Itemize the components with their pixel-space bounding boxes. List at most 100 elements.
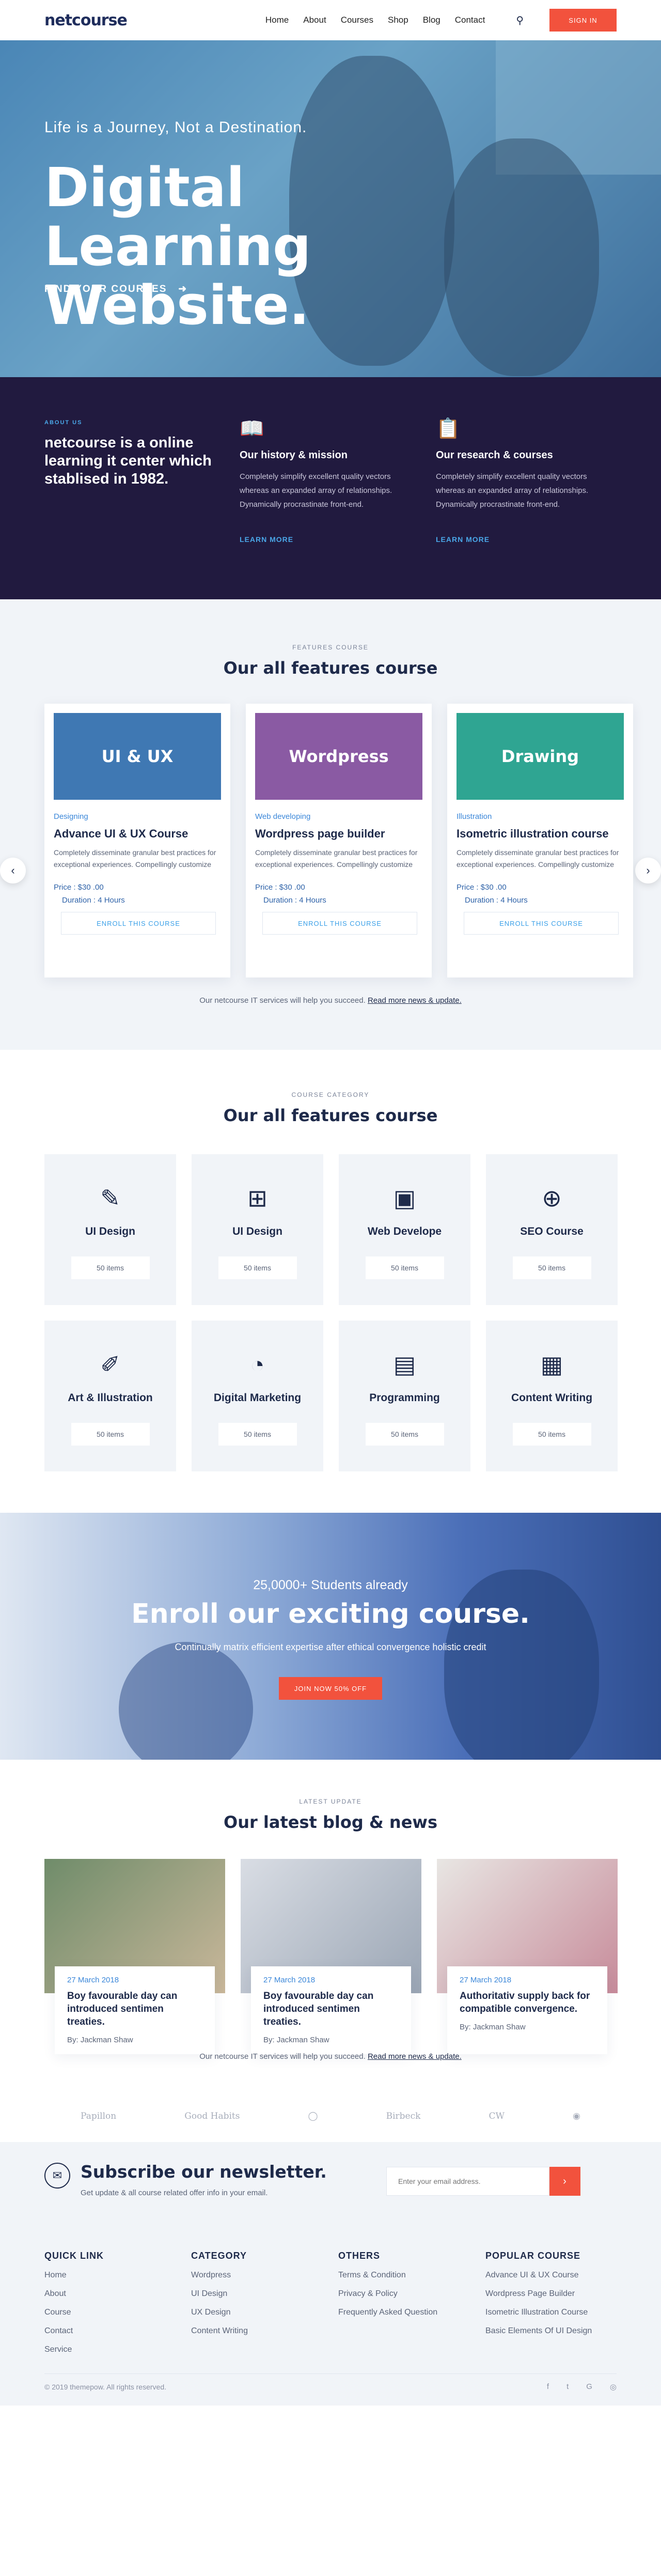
- banner-photo-person: [119, 1642, 253, 1760]
- footer-link[interactable]: Advance UI & UX Course: [485, 2271, 620, 2280]
- course-duration: Duration : 4 Hours: [465, 896, 528, 905]
- footer-link[interactable]: Privacy & Policy: [338, 2289, 473, 2299]
- course-thumbnail-label: Wordpress: [289, 747, 389, 766]
- twitter-icon[interactable]: t: [566, 2382, 569, 2392]
- enroll-banner: 25,0000+ Students already Enroll our exc…: [0, 1513, 661, 1760]
- menu-shop[interactable]: Shop: [388, 15, 408, 25]
- learn-more-link[interactable]: LEARN MORE: [240, 535, 410, 544]
- course-title[interactable]: Isometric illustration course: [457, 827, 624, 841]
- blog-post[interactable]: 27 March 2018 Boy favourable day can int…: [44, 1859, 225, 2071]
- category-count: 50 items: [218, 1423, 297, 1446]
- help-text: Our netcourse IT services will help you …: [0, 996, 661, 1005]
- search-icon[interactable]: ⚲: [516, 14, 524, 27]
- footer-heading: POPULAR COURSE: [485, 2251, 581, 2261]
- enroll-title: Enroll our exciting course.: [131, 1599, 530, 1630]
- post-title[interactable]: Boy favourable day can introduced sentim…: [67, 1990, 202, 2028]
- course-duration: Duration : 4 Hours: [62, 896, 125, 905]
- menu-courses[interactable]: Courses: [341, 15, 373, 25]
- course-card[interactable]: Drawing Illustration Isometric illustrat…: [447, 704, 633, 977]
- blog-posts: 27 March 2018 Boy favourable day can int…: [44, 1859, 618, 2071]
- section-heading: Our all features course: [223, 1106, 438, 1125]
- blog-post[interactable]: 27 March 2018 Authoritativ supply back f…: [437, 1859, 618, 2071]
- join-now-button[interactable]: JOIN NOW 50% OFF: [279, 1677, 382, 1700]
- post-title[interactable]: Authoritativ supply back for compatible …: [460, 1990, 595, 2015]
- category-tile[interactable]: ◔ Digital Marketing 50 items: [192, 1321, 323, 1471]
- facebook-icon[interactable]: f: [547, 2382, 549, 2392]
- email-input[interactable]: [386, 2167, 549, 2196]
- course-title[interactable]: Wordpress page builder: [255, 827, 422, 841]
- category-title: Programming: [369, 1392, 440, 1404]
- brand-logo: Papillon: [81, 2111, 117, 2121]
- post-title[interactable]: Boy favourable day can introduced sentim…: [263, 1990, 399, 2028]
- newsletter-title: Subscribe our newsletter.: [81, 2162, 327, 2182]
- footer-link[interactable]: Content Writing: [191, 2326, 325, 2336]
- code-screen-icon: ▤: [393, 1351, 416, 1378]
- read-more-link[interactable]: Read more news & update.: [368, 996, 462, 1005]
- menu-about[interactable]: About: [303, 15, 326, 25]
- category-tile[interactable]: ▤ Programming 50 items: [339, 1321, 470, 1471]
- menu-contact[interactable]: Contact: [455, 15, 485, 25]
- category-count: 50 items: [218, 1256, 297, 1279]
- footer-link[interactable]: Wordpress: [191, 2271, 325, 2280]
- hero-subtitle: Life is a Journey, Not a Destination.: [44, 119, 307, 136]
- footer-link[interactable]: About: [44, 2289, 179, 2299]
- about-col-text: Completely simplify excellent quality ve…: [436, 472, 589, 509]
- newsletter-text: Get update & all course related offer in…: [81, 2189, 268, 2197]
- brush-icon: ✐: [100, 1351, 120, 1378]
- footer-link[interactable]: Isometric Illustration Course: [485, 2308, 620, 2317]
- read-more-link[interactable]: Read more news & update.: [368, 2052, 462, 2061]
- learn-more-link[interactable]: LEARN MORE: [436, 535, 606, 544]
- category-title: UI Design: [85, 1225, 135, 1237]
- course-title[interactable]: Advance UI & UX Course: [54, 827, 221, 841]
- course-category[interactable]: Designing: [54, 812, 221, 821]
- category-tile[interactable]: ⊞ UI Design 50 items: [192, 1154, 323, 1305]
- footer-link[interactable]: Terms & Condition: [338, 2271, 473, 2280]
- course-thumbnail: Drawing: [457, 713, 624, 800]
- footer-link[interactable]: Wordpress Page Builder: [485, 2289, 620, 2299]
- category-tile[interactable]: ⊕ SEO Course 50 items: [486, 1154, 618, 1305]
- newsletter-icon: ✉: [44, 2163, 70, 2189]
- enroll-button[interactable]: ENROLL THIS COURSE: [61, 912, 216, 935]
- category-tile[interactable]: ▣ Web Develope 50 items: [339, 1154, 470, 1305]
- category-tile[interactable]: ▦ Content Writing 50 items: [486, 1321, 618, 1471]
- sitemap-icon: ⊞: [247, 1185, 267, 1212]
- menu-blog[interactable]: Blog: [423, 15, 440, 25]
- footer-link[interactable]: Course: [44, 2308, 179, 2317]
- footer-link[interactable]: Basic Elements Of UI Design: [485, 2326, 620, 2336]
- header: netcourse Home About Courses Shop Blog C…: [0, 0, 661, 40]
- category-tile[interactable]: ✐ Art & Illustration 50 items: [44, 1321, 176, 1471]
- course-thumbnail-label: UI & UX: [101, 747, 174, 766]
- newsletter-section: ✉ Subscribe our newsletter. Get update &…: [0, 2142, 661, 2207]
- footer-column: CATEGORY Wordpress UI Design UX Design C…: [191, 2251, 325, 2336]
- enroll-button[interactable]: ENROLL THIS COURSE: [262, 912, 417, 935]
- find-courses-link[interactable]: FIND YOUR COURSES ➜: [44, 283, 187, 295]
- footer-link[interactable]: UX Design: [191, 2308, 325, 2317]
- course-category[interactable]: Illustration: [457, 812, 624, 821]
- subscribe-button[interactable]: ›: [549, 2167, 580, 2196]
- carousel-prev-button[interactable]: ‹: [0, 858, 26, 883]
- blog-post[interactable]: 27 March 2018 Boy favourable day can int…: [241, 1859, 421, 2071]
- course-card[interactable]: UI & UX Designing Advance UI & UX Course…: [44, 704, 230, 977]
- post-date: 27 March 2018: [460, 1976, 512, 1984]
- sign-in-button[interactable]: SIGN IN: [549, 9, 617, 32]
- footer-link[interactable]: UI Design: [191, 2289, 325, 2299]
- hero-title: Digital Learning Website.: [44, 156, 311, 337]
- enroll-button[interactable]: ENROLL THIS COURSE: [464, 912, 619, 935]
- footer-link[interactable]: Frequently Asked Question: [338, 2308, 473, 2317]
- carousel-next-button[interactable]: ›: [635, 858, 661, 883]
- logo[interactable]: netcourse: [44, 11, 128, 29]
- course-thumbnail: UI & UX: [54, 713, 221, 800]
- category-count: 50 items: [71, 1423, 150, 1446]
- category-tile[interactable]: ✎ UI Design 50 items: [44, 1154, 176, 1305]
- footer-link[interactable]: Contact: [44, 2326, 179, 2336]
- course-card[interactable]: Wordpress Web developing Wordpress page …: [246, 704, 432, 977]
- footer-link[interactable]: Service: [44, 2345, 179, 2354]
- course-category[interactable]: Web developing: [255, 812, 422, 821]
- google-icon[interactable]: G: [586, 2382, 592, 2392]
- footer-link[interactable]: Home: [44, 2271, 179, 2280]
- course-duration: Duration : 4 Hours: [263, 896, 326, 905]
- footer: QUICK LINK Home About Course Contact Ser…: [0, 2207, 661, 2406]
- menu-home[interactable]: Home: [265, 15, 289, 25]
- post-date: 27 March 2018: [263, 1976, 316, 1984]
- instagram-icon[interactable]: ◎: [610, 2382, 617, 2392]
